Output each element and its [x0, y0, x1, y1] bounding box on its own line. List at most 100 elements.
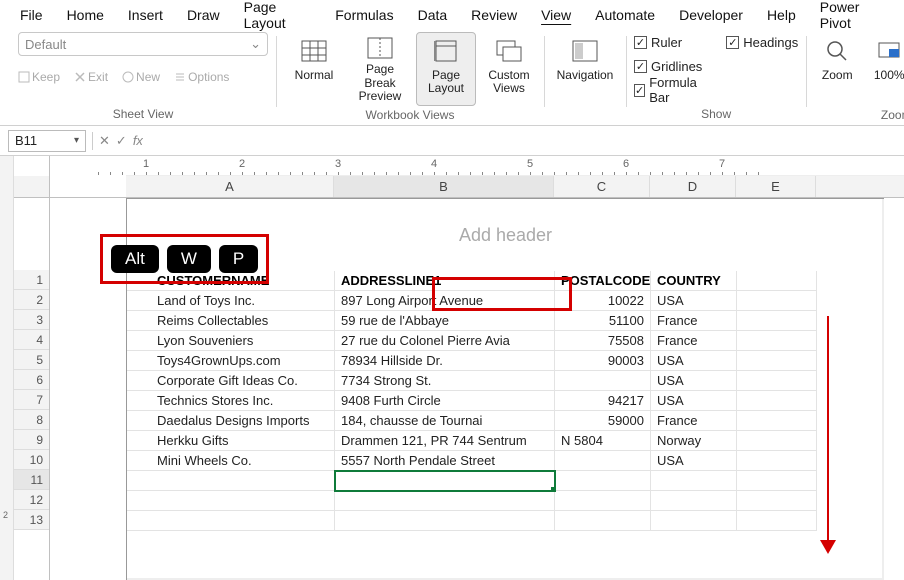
- cell[interactable]: [737, 371, 817, 391]
- cell[interactable]: 27 rue du Colonel Pierre Avia: [335, 331, 555, 351]
- enter-icon[interactable]: ✓: [116, 133, 127, 149]
- cell[interactable]: USA: [651, 451, 737, 471]
- zoom-100-button[interactable]: 100%: [866, 32, 904, 106]
- row-header[interactable]: 3: [14, 310, 49, 330]
- row-header[interactable]: 5: [14, 350, 49, 370]
- cell[interactable]: [555, 511, 651, 531]
- menu-file[interactable]: File: [8, 4, 55, 26]
- cell[interactable]: [737, 271, 817, 291]
- cell[interactable]: Daedalus Designs Imports: [127, 411, 335, 431]
- cell[interactable]: 78934 Hillside Dr.: [335, 351, 555, 371]
- cell[interactable]: France: [651, 331, 737, 351]
- row-header[interactable]: 8: [14, 410, 49, 430]
- row-header[interactable]: 12: [14, 490, 49, 510]
- fx-icon[interactable]: fx: [133, 133, 143, 148]
- cell[interactable]: [737, 351, 817, 371]
- cell[interactable]: USA: [651, 391, 737, 411]
- row-header[interactable]: 9: [14, 430, 49, 450]
- page-layout-button[interactable]: Page Layout: [416, 32, 476, 106]
- cell[interactable]: USA: [651, 351, 737, 371]
- cell[interactable]: [651, 471, 737, 491]
- cell[interactable]: Lyon Souveniers: [127, 331, 335, 351]
- menu-automate[interactable]: Automate: [583, 4, 667, 26]
- menu-draw[interactable]: Draw: [175, 4, 232, 26]
- cell[interactable]: Drammen 121, PR 744 Sentrum: [335, 431, 555, 451]
- cell[interactable]: [737, 311, 817, 331]
- cell[interactable]: [737, 411, 817, 431]
- row-header[interactable]: 6: [14, 370, 49, 390]
- cell[interactable]: Reims Collectables: [127, 311, 335, 331]
- cancel-icon[interactable]: ✕: [99, 133, 110, 149]
- row-header[interactable]: 7: [14, 390, 49, 410]
- cell[interactable]: France: [651, 411, 737, 431]
- row-header[interactable]: 4: [14, 330, 49, 350]
- cell[interactable]: [737, 491, 817, 511]
- cell[interactable]: 184, chausse de Tournai: [335, 411, 555, 431]
- cell[interactable]: [737, 451, 817, 471]
- row-header[interactable]: 10: [14, 450, 49, 470]
- cell[interactable]: [127, 471, 335, 491]
- cell[interactable]: [651, 511, 737, 531]
- cell[interactable]: 59000: [555, 411, 651, 431]
- gridlines-checkbox[interactable]: ✓Gridlines: [634, 56, 702, 76]
- menu-view[interactable]: View: [529, 4, 583, 26]
- cell[interactable]: 7734 Strong St.: [335, 371, 555, 391]
- col-header-e[interactable]: E: [736, 176, 816, 197]
- cell[interactable]: [555, 371, 651, 391]
- outline-marker[interactable]: 2: [3, 510, 8, 520]
- cell[interactable]: Norway: [651, 431, 737, 451]
- col-header-a[interactable]: A: [126, 176, 334, 197]
- zoom-button[interactable]: Zoom: [814, 32, 860, 106]
- cell[interactable]: 94217: [555, 391, 651, 411]
- menu-data[interactable]: Data: [406, 4, 460, 26]
- cell[interactable]: [335, 491, 555, 511]
- cell[interactable]: [555, 471, 651, 491]
- menu-help[interactable]: Help: [755, 4, 808, 26]
- col-header-c[interactable]: C: [554, 176, 650, 197]
- menu-page-layout[interactable]: Page Layout: [232, 0, 324, 34]
- page-break-preview-button[interactable]: Page Break Preview: [350, 32, 410, 106]
- col-header-b[interactable]: B: [334, 176, 554, 197]
- formula-input[interactable]: [143, 130, 904, 152]
- cell[interactable]: [737, 391, 817, 411]
- cell[interactable]: France: [651, 311, 737, 331]
- cell[interactable]: 9408 Furth Circle: [335, 391, 555, 411]
- cell[interactable]: [737, 291, 817, 311]
- menu-home[interactable]: Home: [55, 4, 116, 26]
- cell[interactable]: 75508: [555, 331, 651, 351]
- row-header[interactable]: 1: [14, 270, 49, 290]
- sheetview-dropdown[interactable]: Default ⌄: [18, 32, 268, 56]
- cell[interactable]: [737, 431, 817, 451]
- menu-formulas[interactable]: Formulas: [323, 4, 405, 26]
- menu-developer[interactable]: Developer: [667, 4, 755, 26]
- cell[interactable]: 5557 North Pendale Street: [335, 451, 555, 471]
- cell[interactable]: [651, 491, 737, 511]
- cell[interactable]: Technics Stores Inc.: [127, 391, 335, 411]
- cell[interactable]: Corporate Gift Ideas Co.: [127, 371, 335, 391]
- cell[interactable]: 90003: [555, 351, 651, 371]
- cell[interactable]: 51100: [555, 311, 651, 331]
- cell[interactable]: USA: [651, 371, 737, 391]
- cell[interactable]: COUNTRY: [651, 271, 737, 291]
- formula-bar-checkbox[interactable]: ✓Formula Bar: [634, 80, 702, 100]
- menu-review[interactable]: Review: [459, 4, 529, 26]
- cell[interactable]: USA: [651, 291, 737, 311]
- cell[interactable]: [127, 511, 335, 531]
- normal-view-button[interactable]: Normal: [284, 32, 344, 106]
- navigation-button[interactable]: Navigation: [552, 32, 618, 106]
- cell[interactable]: [335, 471, 555, 491]
- col-header-d[interactable]: D: [650, 176, 736, 197]
- row-header[interactable]: 13: [14, 510, 49, 530]
- cell[interactable]: [737, 471, 817, 491]
- cell[interactable]: 59 rue de l'Abbaye: [335, 311, 555, 331]
- cell[interactable]: Land of Toys Inc.: [127, 291, 335, 311]
- name-box[interactable]: B11 ▾: [8, 130, 86, 152]
- cell[interactable]: [555, 491, 651, 511]
- custom-views-button[interactable]: Custom Views: [482, 32, 536, 106]
- cell[interactable]: [335, 511, 555, 531]
- cell[interactable]: Mini Wheels Co.: [127, 451, 335, 471]
- cell[interactable]: [127, 491, 335, 511]
- menu-insert[interactable]: Insert: [116, 4, 175, 26]
- cell[interactable]: [555, 451, 651, 471]
- headings-checkbox[interactable]: ✓Headings: [726, 32, 798, 52]
